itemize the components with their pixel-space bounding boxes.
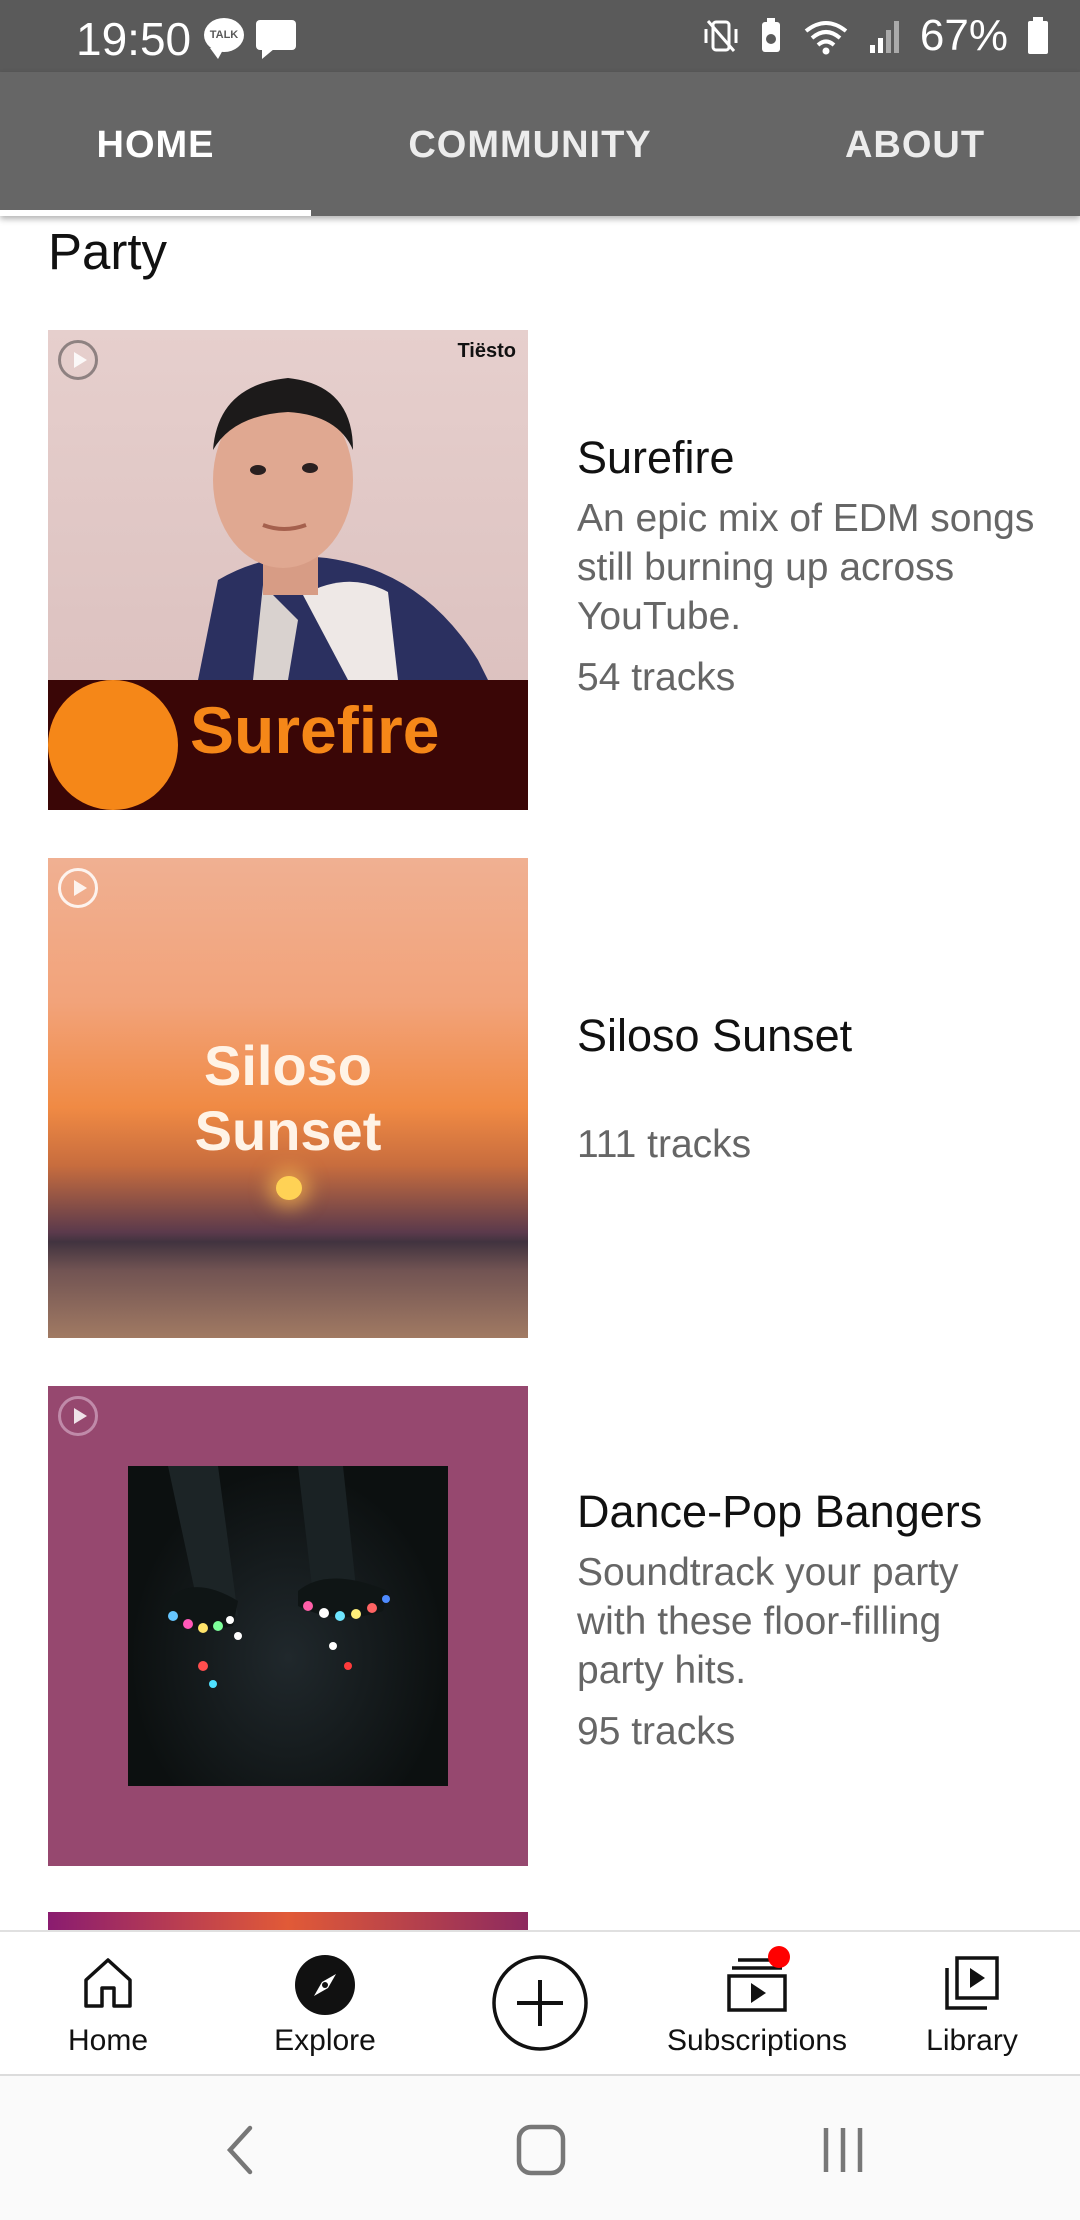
nav-library-label: Library bbox=[926, 2024, 1018, 2057]
next-playlist-thumbnail[interactable] bbox=[48, 1912, 528, 1930]
orange-circle bbox=[48, 680, 178, 810]
playlist-title[interactable]: Surefire bbox=[577, 430, 1037, 486]
playlist-info[interactable]: Surefire An epic mix of EDM songs still … bbox=[577, 430, 1037, 702]
sun bbox=[276, 1176, 302, 1200]
artist-portrait bbox=[198, 378, 488, 680]
recents-icon[interactable] bbox=[818, 2124, 868, 2176]
playlist-thumbnail[interactable] bbox=[48, 1386, 528, 1866]
playlist-info[interactable]: Siloso Sunset 111 tracks bbox=[577, 1008, 1037, 1169]
section-title: Party bbox=[48, 223, 168, 280]
battery-saver-icon bbox=[761, 18, 780, 52]
wifi-icon bbox=[804, 21, 848, 55]
status-time: 19:50 bbox=[76, 13, 192, 65]
battery-percent: 67% bbox=[919, 11, 1008, 60]
subscriptions-notification-dot bbox=[768, 1946, 790, 1968]
active-tab-indicator bbox=[0, 210, 311, 216]
playlist-card[interactable]: Siloso Sunset Siloso Sunset 111 tracks bbox=[48, 858, 1048, 1338]
explore-icon bbox=[295, 1955, 355, 2015]
create-icon bbox=[492, 1955, 588, 2051]
talk-badge: TALK bbox=[209, 29, 239, 41]
nav-library[interactable]: Library bbox=[900, 1932, 1044, 2076]
playlist-card[interactable]: Tiësto Surefire Surefire An epic mix of … bbox=[48, 330, 1048, 810]
playlist-track-count: 111 tracks bbox=[577, 1123, 752, 1166]
vibrate-icon bbox=[704, 20, 738, 52]
playlist-card[interactable]: Dance-Pop Bangers Soundtrack your party … bbox=[48, 1386, 1048, 1866]
library-icon bbox=[945, 1956, 999, 2010]
thumbnail-title-line1: Siloso bbox=[203, 1034, 373, 1097]
talk-icon: TALK bbox=[204, 18, 244, 59]
bottom-navigation: Home Explore Subscriptions Library bbox=[0, 1930, 1080, 2074]
system-navigation-bar bbox=[0, 2074, 1080, 2220]
battery-icon bbox=[1028, 17, 1048, 54]
playlist-description: Soundtrack your party with these floor-f… bbox=[577, 1551, 959, 1692]
back-icon[interactable] bbox=[220, 2124, 260, 2176]
play-badge-icon bbox=[58, 340, 98, 380]
nav-explore[interactable]: Explore bbox=[250, 1932, 400, 2076]
tab-home[interactable]: HOME bbox=[0, 72, 311, 216]
nav-explore-label: Explore bbox=[274, 2024, 376, 2057]
tab-community[interactable]: COMMUNITY bbox=[350, 72, 710, 216]
nav-home-label: Home bbox=[67, 2024, 149, 2057]
nav-subscriptions-label: Subscriptions bbox=[666, 2024, 848, 2057]
thumbnail-title: Surefire bbox=[190, 693, 440, 767]
home-button-icon[interactable] bbox=[516, 2124, 566, 2176]
playlist-track-count: 54 tracks bbox=[577, 656, 736, 699]
playlist-thumbnail[interactable]: Tiësto Surefire bbox=[48, 330, 528, 810]
thumbnail-title-line2: Sunset bbox=[194, 1099, 382, 1162]
sneaker-lights-image bbox=[128, 1466, 448, 1786]
status-bar: 19:50 TALK 67% bbox=[0, 0, 1080, 72]
nav-subscriptions[interactable]: Subscriptions bbox=[652, 1932, 862, 2076]
channel-tab-bar: HOME COMMUNITY ABOUT bbox=[0, 72, 1080, 216]
nav-create[interactable] bbox=[480, 1932, 600, 2076]
message-icon bbox=[256, 20, 296, 59]
artist-logo: Tiësto bbox=[457, 340, 516, 362]
play-badge-icon bbox=[58, 1396, 98, 1436]
playlist-info[interactable]: Dance-Pop Bangers Soundtrack your party … bbox=[577, 1484, 1037, 1756]
playlist-title[interactable]: Dance-Pop Bangers bbox=[577, 1484, 1037, 1540]
playlist-track-count: 95 tracks bbox=[577, 1710, 736, 1753]
playlist-title[interactable]: Siloso Sunset bbox=[577, 1008, 1037, 1064]
playlist-description: An epic mix of EDM songs still burning u… bbox=[577, 497, 1035, 638]
signal-icon bbox=[869, 21, 899, 53]
play-badge-icon bbox=[58, 868, 98, 908]
home-icon bbox=[84, 1958, 132, 2008]
playlist-thumbnail[interactable]: Siloso Sunset bbox=[48, 858, 528, 1338]
nav-home[interactable]: Home bbox=[36, 1932, 180, 2076]
tab-about[interactable]: ABOUT bbox=[780, 72, 1050, 216]
